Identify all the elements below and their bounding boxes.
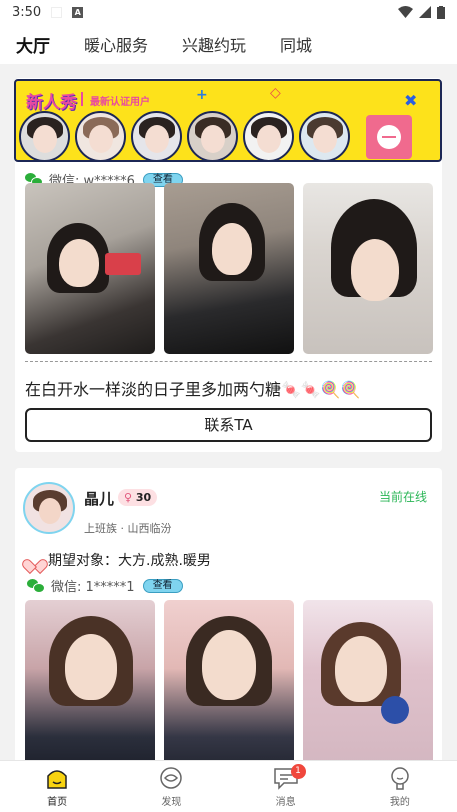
view-wechat-button[interactable]: 查看: [142, 578, 183, 593]
avatar[interactable]: [131, 111, 182, 160]
age-value: 30: [135, 491, 152, 504]
user-photo[interactable]: [25, 183, 155, 354]
user-motto: 在白开水一样淡的日子里多加两勺糖🍬🍬🍭🍭: [25, 380, 361, 399]
nav-home[interactable]: 首页: [0, 761, 114, 812]
status-bar: 3:50 A: [0, 0, 457, 24]
avatar[interactable]: [23, 482, 75, 534]
avatar[interactable]: [299, 111, 350, 160]
tab-interest-play-label: 兴趣约玩: [182, 36, 247, 55]
wish-row: 期望对象：大方.成熟.暖男: [27, 550, 211, 570]
avatar[interactable]: [75, 111, 126, 160]
nav-profile[interactable]: 我的: [343, 761, 457, 812]
top-tab-bar: 大厅 暖心服务 兴趣约玩 同城: [0, 24, 457, 64]
wechat-id: 微信: 1*****1: [51, 580, 135, 595]
home-icon: [47, 769, 67, 789]
tab-same-city-label: 同城: [280, 36, 313, 55]
cross-deco-icon: ✖: [404, 91, 418, 110]
tab-hall[interactable]: 大厅: [13, 32, 53, 57]
nav-home-label: 首页: [47, 796, 68, 808]
tab-warm-service-label: 暖心服务: [84, 36, 149, 55]
female-icon: ♀: [124, 491, 133, 504]
user-meta: 上班族 · 山西临汾: [84, 522, 172, 535]
nav-discover-label: 发现: [161, 796, 182, 808]
battery-icon: [437, 5, 445, 19]
profile-icon: [391, 766, 409, 790]
photo-gallery: [25, 183, 433, 354]
plus-deco-icon: +: [196, 87, 208, 103]
feed-list[interactable]: 微信: w*****6 查看 在白开水一样淡的日子里多加两勺糖🍬🍬🍭🍭 联系TA: [0, 64, 457, 760]
avatar[interactable]: [187, 111, 238, 160]
new-users-banner[interactable]: 新人秀 最新认证用户 + ◇ ✖: [14, 79, 442, 162]
discover-icon: [160, 766, 183, 789]
avatar[interactable]: [19, 111, 70, 160]
wechat-row: 微信: 1*****1 查看: [27, 576, 183, 595]
bottom-nav: 首页 发现 1 消息 我的: [0, 760, 457, 812]
new-users-avatars: [19, 111, 350, 160]
user-card[interactable]: 晶儿 ♀ 30 当前在线 上班族 · 山西临汾 期望对象：大方.成熟.暖男 微信…: [15, 468, 442, 760]
tab-same-city[interactable]: 同城: [280, 32, 312, 56]
divider: [25, 361, 432, 362]
nav-messages-label: 消息: [275, 796, 296, 808]
user-photo[interactable]: [164, 183, 294, 354]
nav-profile-label: 我的: [389, 796, 410, 808]
nav-discover[interactable]: 发现: [114, 761, 228, 812]
user-name: 晶儿: [84, 490, 115, 508]
nav-messages[interactable]: 1 消息: [229, 761, 343, 812]
heart-icon: [27, 553, 42, 567]
heartbeat-icon[interactable]: [366, 115, 412, 159]
contact-button[interactable]: 联系TA: [25, 408, 432, 442]
tab-hall-label: 大厅: [16, 36, 50, 57]
user-photo[interactable]: [164, 600, 294, 760]
photo-gallery: [25, 600, 433, 760]
wechat-icon: [27, 579, 45, 593]
app-notification-icon: A: [72, 6, 84, 18]
user-photo[interactable]: [303, 183, 433, 354]
wish-text: 期望对象：大方.成熟.暖男: [48, 553, 211, 569]
banner-subtitle: 最新认证用户: [90, 97, 150, 108]
banner-title: 新人秀: [26, 93, 77, 113]
user-photo[interactable]: [303, 600, 433, 760]
status-time: 3:50: [12, 4, 42, 20]
tab-warm-service[interactable]: 暖心服务: [84, 32, 148, 56]
notification-icon: [51, 6, 63, 18]
wifi-icon: [398, 6, 413, 18]
avatar[interactable]: [243, 111, 294, 160]
tab-interest-play[interactable]: 兴趣约玩: [182, 32, 246, 56]
online-status: 当前在线: [378, 490, 427, 504]
diamond-deco-icon: ◇: [270, 85, 281, 101]
banner-separator: [81, 92, 83, 106]
user-photo[interactable]: [25, 600, 155, 760]
signal-icon: [419, 6, 431, 18]
unread-badge: 1: [290, 764, 306, 779]
age-badge: ♀ 30: [118, 489, 158, 506]
